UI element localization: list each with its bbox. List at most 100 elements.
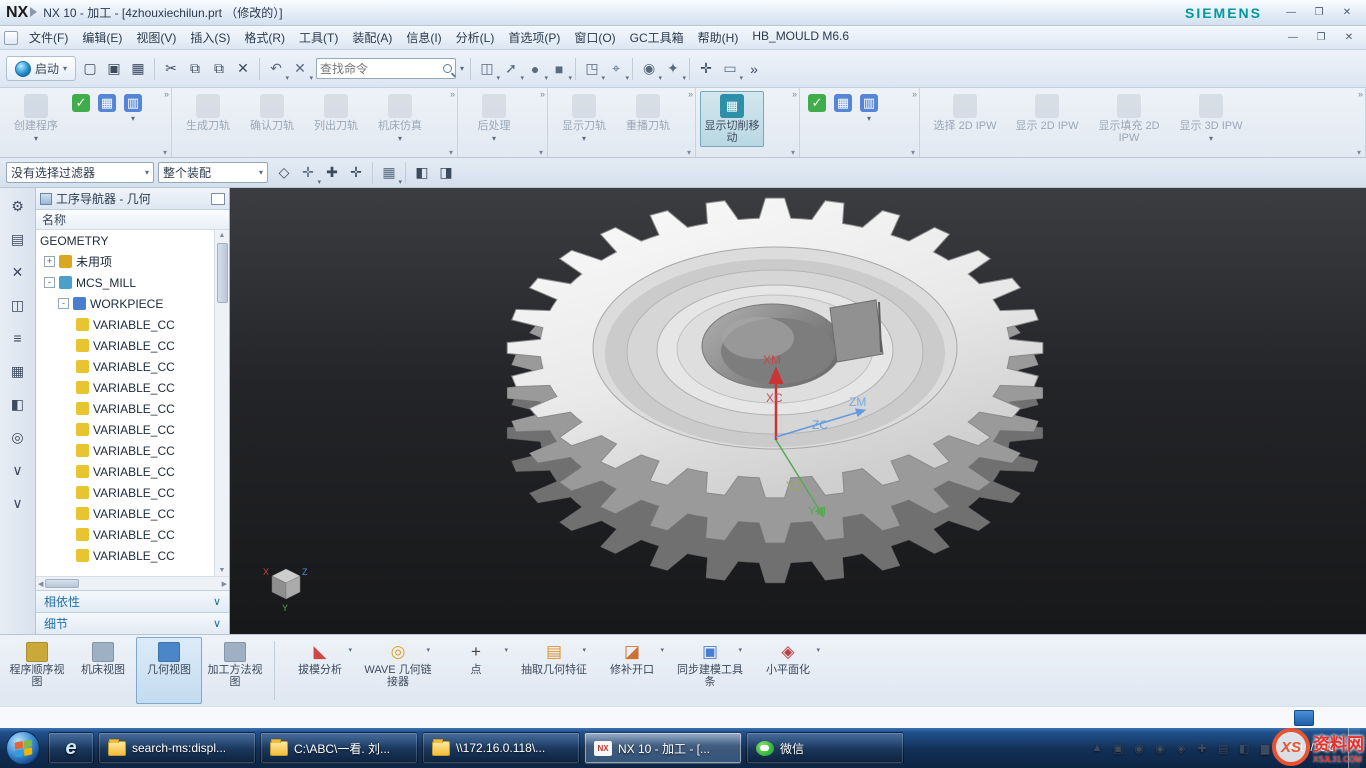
toolbar-icon[interactable]: ◉▾ [637,57,661,81]
tree-node[interactable]: VARIABLE_CC [36,314,214,335]
menu-item[interactable]: 格式(R) [237,26,292,49]
tray-icon[interactable]: ✚ [1194,742,1210,755]
resource-bar-icon[interactable]: ◫ [6,293,30,317]
tree-node[interactable]: VARIABLE_CC [36,545,214,566]
mdi-close-button[interactable]: ✕ [1336,29,1362,47]
tree-node[interactable]: VARIABLE_CC [36,482,214,503]
tree-node[interactable]: VARIABLE_CC [36,461,214,482]
menu-item[interactable]: 信息(I) [399,26,448,49]
ribbon-button[interactable]: 重播刀轨 ▾ [616,91,680,146]
group-overflow-icon[interactable]: » [164,89,169,99]
ribbon-button[interactable]: ▦ 显示切削移动 ▾ [700,91,764,147]
selection-toolbar-icon[interactable]: ✛▾ [344,161,368,185]
taskbar-window-button[interactable]: C:\ABC\一看. 刘... [260,732,418,764]
menu-item[interactable]: 视图(V) [129,26,183,49]
toolbar-icon[interactable]: ▢▾ [78,57,102,81]
toolbar-icon[interactable]: ▾ [575,58,576,80]
toolbar-icon[interactable]: ✦▾ [661,57,685,81]
toolbar-icon[interactable]: ▾ [259,58,260,80]
toolbar-icon[interactable]: ▾ [689,58,690,80]
expand-toggle-icon[interactable]: - [58,298,69,309]
tool-button[interactable]: ◈ 小平面化 ▾ [749,637,827,704]
minimize-button[interactable]: — [1278,4,1304,22]
selection-toolbar-icon[interactable]: ✚▾ [320,161,344,185]
ribbon-button[interactable]: 列出刀轨 ▾ [304,91,368,146]
resource-bar-icon[interactable]: ✕ [6,260,30,284]
group-dropdown-icon[interactable]: ▾ [911,148,915,157]
search-icon[interactable] [443,64,452,73]
tree-column-header[interactable]: 名称 [36,210,229,230]
resource-bar-icon[interactable]: ▤ [6,227,30,251]
navigator-view-button[interactable]: 机床视图 [70,637,136,704]
navigator-view-button[interactable]: 加工方法视图 [202,637,268,704]
ribbon-button[interactable]: 显示 3D IPW ▾ [1170,91,1252,147]
expand-toggle-icon[interactable]: + [44,256,55,267]
toolbar-icon[interactable]: ▣▾ [102,57,126,81]
toolbar-icon[interactable]: ⧉▾ [183,57,207,81]
toolbar-icon[interactable]: ⌖▾ [604,57,628,81]
group-overflow-icon[interactable]: » [450,89,455,99]
tree-node[interactable]: - MCS_MILL [36,272,214,293]
group-dropdown-icon[interactable]: ▾ [791,148,795,157]
scrollbar-thumb[interactable] [45,579,79,588]
group-overflow-icon[interactable]: » [540,89,545,99]
tree-node[interactable]: VARIABLE_CC [36,356,214,377]
tree-node[interactable]: VARIABLE_CC [36,440,214,461]
tree-node[interactable]: VARIABLE_CC [36,524,214,545]
menu-item[interactable]: 装配(A) [345,26,399,49]
ribbon-button[interactable]: 机床仿真 ▾ [368,91,432,146]
ribbon-button[interactable]: 后处理 ▾ [462,91,526,146]
tree-node[interactable]: VARIABLE_CC [36,377,214,398]
panel-options-button[interactable] [211,193,225,205]
menu-item[interactable]: GC工具箱 [623,26,691,49]
toolbar-icon[interactable]: ▾ [632,58,633,80]
tree-node[interactable]: VARIABLE_CC [36,398,214,419]
orientation-cube[interactable]: X Z Y [263,567,308,613]
command-search-input[interactable] [320,62,443,76]
tray-icon[interactable]: ▲ [1089,742,1105,754]
horizontal-scrollbar[interactable]: ◀ ▶ [36,576,229,590]
selection-filter-select[interactable]: 没有选择过滤器▾ [6,162,154,183]
mdi-minimize-button[interactable]: — [1280,29,1306,47]
ribbon-button[interactable]: 显示刀轨 ▾ [552,91,616,146]
menu-item[interactable]: 分析(L) [449,26,502,49]
menu-item[interactable]: 窗口(O) [567,26,622,49]
selection-toolbar-icon[interactable]: ◇▾ [272,161,296,185]
toolbar-icon[interactable]: ✕▾ [231,57,255,81]
ribbon-button[interactable]: ✓ ▾ [804,91,830,126]
tree-node[interactable]: VARIABLE_CC [36,419,214,440]
toolbar-icon[interactable]: ◳▾ [580,57,604,81]
tree-node[interactable]: + 未用项 [36,251,214,272]
ribbon-button[interactable]: ▦ ▾ [830,91,856,126]
tray-icon[interactable]: ◉ [1131,742,1147,755]
dependencies-section[interactable]: 相依性 ∨ [36,590,229,612]
resource-bar-icon[interactable]: ⚙ [6,194,30,218]
restore-button[interactable]: ❐ [1306,4,1332,22]
tray-icon[interactable]: ▆ [1257,742,1273,755]
internet-explorer-button[interactable]: e [48,732,94,764]
tray-icon[interactable]: ▣ [1110,742,1126,755]
toolbar-icon[interactable]: ●▾ [523,57,547,81]
resource-bar-icon[interactable]: ∨ [6,491,30,515]
start-orb[interactable] [6,731,40,765]
group-dropdown-icon[interactable]: ▾ [163,148,167,157]
ribbon-button[interactable]: 确认刀轨 ▾ [240,91,304,146]
toolbar-icon[interactable]: ➚▾ [499,57,523,81]
group-dropdown-icon[interactable]: ▾ [449,148,453,157]
ribbon-button[interactable]: ✓ ▾ [68,91,94,146]
tree-node[interactable]: VARIABLE_CC [36,503,214,524]
selection-toolbar-icon[interactable]: ▾ [405,162,406,184]
selection-toolbar-icon[interactable]: ◧▾ [410,161,434,185]
selection-toolbar-icon[interactable]: ✛▾ [296,161,320,185]
expand-toggle-icon[interactable]: - [44,277,55,288]
resource-bar-icon[interactable]: ∨ [6,458,30,482]
ribbon-button[interactable]: 选择 2D IPW ▾ [924,91,1006,147]
resource-bar-icon[interactable]: ◎ [6,425,30,449]
tray-icon[interactable]: ◉ [1152,742,1168,755]
close-button[interactable]: ✕ [1334,4,1360,22]
ribbon-button[interactable]: 生成刀轨 ▾ [176,91,240,146]
tool-button[interactable]: ◎ WAVE 几何链接器 ▾ [359,637,437,704]
ribbon-button[interactable]: 创建程序 ▾ [4,91,68,146]
tree-node[interactable]: - WORKPIECE [36,293,214,314]
tray-icon[interactable]: ▤ [1215,742,1231,755]
